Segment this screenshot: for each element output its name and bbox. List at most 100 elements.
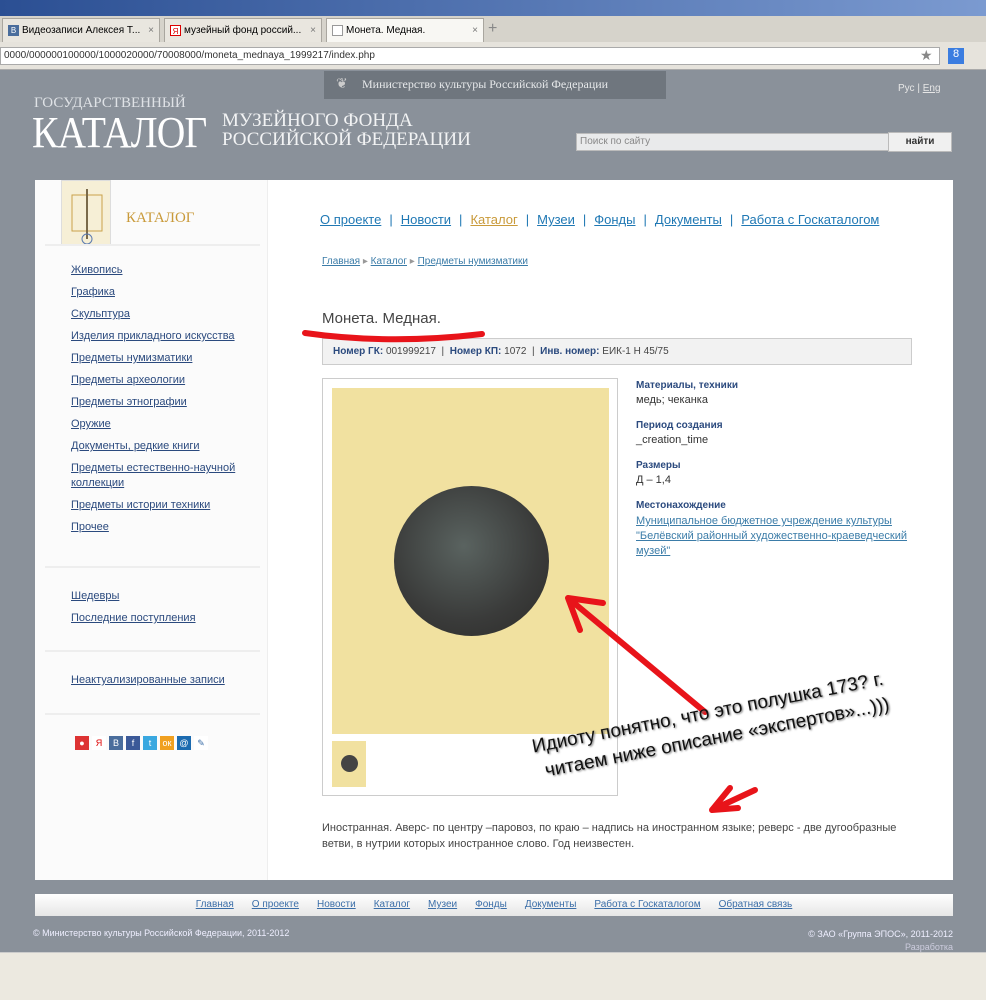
status-bar: [0, 952, 986, 1000]
footer-link[interactable]: Каталог: [374, 899, 410, 916]
item-description: Иностранная. Аверс- по центру –паровоз, …: [322, 822, 897, 850]
footer-link[interactable]: Музеи: [428, 899, 457, 916]
search-button[interactable]: найти: [888, 132, 952, 152]
footer-link[interactable]: Главная: [196, 899, 234, 916]
search-input[interactable]: Поиск по сайту: [576, 133, 911, 151]
nav-funds[interactable]: Фонды: [594, 212, 635, 227]
nav-work[interactable]: Работа с Госкаталогом: [741, 212, 879, 227]
breadcrumb-catalog[interactable]: Каталог: [371, 256, 407, 267]
lang-sep: |: [917, 83, 920, 94]
breadcrumb-numismatics[interactable]: Предметы нумизматики: [418, 256, 528, 267]
extra-list: Шедевры Последние поступления: [71, 589, 241, 633]
browser-tab[interactable]: Ямузейный фонд россий... ×: [164, 18, 322, 42]
copyright-right: © ЗАО «Группа ЭПОС», 2011-2012 Разработка: [808, 928, 953, 954]
footer-nav: Главная О проекте Новости Каталог Музеи …: [35, 894, 953, 916]
prop-label: Размеры: [636, 460, 681, 471]
sidebar-item-outdated[interactable]: Неактуализированные записи: [71, 673, 241, 688]
vk-share-icon[interactable]: В: [109, 736, 123, 750]
prop-label: Местонахождение: [636, 500, 726, 511]
logo-main[interactable]: КАТАЛОГ: [32, 107, 207, 158]
tab-label: музейный фонд россий...: [184, 25, 302, 36]
sidebar-item[interactable]: Графика: [71, 285, 241, 300]
ministry-link[interactable]: ❦ Министерство культуры Российской Федера…: [324, 71, 666, 99]
nav-museums[interactable]: Музеи: [537, 212, 575, 227]
close-tab-icon[interactable]: ×: [472, 25, 478, 36]
footer-link[interactable]: Фонды: [475, 899, 507, 916]
sidebar-item[interactable]: Скульптура: [71, 307, 241, 322]
address-bar: 0000/000000100000/1000020000/70008000/mo…: [0, 42, 986, 70]
social-share: ● Я В f t ок @ ✎: [75, 736, 208, 750]
facebook-share-icon[interactable]: f: [126, 736, 140, 750]
footer-link[interactable]: О проекте: [252, 899, 299, 916]
divider: [45, 650, 260, 652]
sidebar-item[interactable]: Предметы естественно-научной коллекции: [71, 461, 241, 491]
odnoklassniki-share-icon[interactable]: ок: [160, 736, 174, 750]
nav-sep: |: [643, 212, 647, 227]
page-title: Монета. Медная.: [322, 310, 441, 327]
sidebar: КАТАЛОГ Живопись Графика Скульптура Изде…: [35, 180, 268, 880]
museum-link[interactable]: Муниципальное бюджетное учреждение культ…: [636, 515, 907, 557]
sidebar-item[interactable]: Документы, редкие книги: [71, 439, 241, 454]
category-list: Живопись Графика Скульптура Изделия прик…: [71, 263, 241, 542]
sidebar-item[interactable]: Предметы истории техники: [71, 498, 241, 513]
thumbnail[interactable]: [332, 741, 366, 787]
breadcrumb-home[interactable]: Главная: [322, 256, 360, 267]
breadcrumb: Главная ▸ Каталог ▸ Предметы нумизматики: [322, 256, 528, 267]
coin-image[interactable]: [332, 388, 609, 734]
item-properties: Материалы, техники медь; чеканка Период с…: [636, 380, 916, 573]
sidebar-item[interactable]: Предметы археологии: [71, 373, 241, 388]
browser-tab-active[interactable]: Монета. Медная. ×: [326, 18, 484, 42]
close-tab-icon[interactable]: ×: [148, 25, 154, 36]
sidebar-item-latest[interactable]: Последние поступления: [71, 611, 241, 626]
catalog-logo-icon: [61, 180, 111, 246]
page-icon: [332, 25, 343, 36]
nav-news[interactable]: Новости: [401, 212, 451, 227]
copyright-left: © Министерство культуры Российской Федер…: [33, 928, 290, 938]
content-panel: КАТАЛОГ Живопись Графика Скульптура Изде…: [35, 180, 953, 880]
tab-label: Видеозаписи Алексея Т...: [22, 25, 141, 36]
close-tab-icon[interactable]: ×: [310, 25, 316, 36]
sidebar-item[interactable]: Предметы нумизматики: [71, 351, 241, 366]
sidebar-item[interactable]: Живопись: [71, 263, 241, 278]
new-tab-button[interactable]: +: [488, 20, 497, 38]
url-input[interactable]: 0000/000000100000/1000020000/70008000/mo…: [0, 47, 940, 65]
nav-catalog[interactable]: Каталог: [470, 212, 517, 227]
ministry-label: Министерство культуры Российской Федерац…: [362, 77, 609, 91]
sidebar-item[interactable]: Прочее: [71, 520, 241, 535]
inv-value: ЕИК-1 Н 45/75: [602, 346, 669, 357]
tab-label: Монета. Медная.: [346, 25, 426, 36]
footer-link[interactable]: Работа с Госкаталогом: [594, 899, 700, 916]
inv-label: Инв. номер:: [540, 346, 600, 357]
yandex-share-icon[interactable]: Я: [92, 736, 106, 750]
nav-about[interactable]: О проекте: [320, 212, 381, 227]
coin: [394, 486, 549, 636]
footer-link[interactable]: Обратная связь: [719, 899, 793, 916]
footer-link[interactable]: Новости: [317, 899, 356, 916]
bookmark-star-icon[interactable]: ★: [920, 47, 933, 64]
sidebar-item[interactable]: Оружие: [71, 417, 241, 432]
footer-link[interactable]: Документы: [525, 899, 577, 916]
gk-label: Номер ГК:: [333, 346, 384, 357]
search-engine-icon[interactable]: 8: [948, 48, 964, 64]
nav-sep: |: [729, 212, 734, 227]
vk-icon: В: [8, 25, 19, 36]
livejournal-share-icon[interactable]: ✎: [194, 736, 208, 750]
sidebar-item-masterpieces[interactable]: Шедевры: [71, 589, 241, 604]
lang-ru[interactable]: Рус: [898, 83, 915, 94]
nav-sep: |: [389, 212, 393, 227]
sidebar-item[interactable]: Изделия прикладного искусства: [71, 329, 241, 344]
sidebar-title: КАТАЛОГ: [126, 210, 195, 226]
share-icon[interactable]: ●: [75, 736, 89, 750]
lang-en[interactable]: Eng: [923, 83, 941, 94]
prop-value: медь; чеканка: [636, 394, 708, 406]
logo-line: РОССИЙСКОЙ ФЕДЕРАЦИИ: [222, 129, 471, 150]
prop-label: Материалы, техники: [636, 380, 738, 391]
mail-share-icon[interactable]: @: [177, 736, 191, 750]
twitter-share-icon[interactable]: t: [143, 736, 157, 750]
browser-tab[interactable]: В Видеозаписи Алексея Т... ×: [2, 18, 160, 42]
sidebar-item[interactable]: Предметы этнографии: [71, 395, 241, 410]
nav-sep: |: [582, 212, 587, 227]
nav-documents[interactable]: Документы: [655, 212, 722, 227]
logo-line: МУЗЕЙНОГО ФОНДА: [222, 110, 413, 131]
divider: [45, 713, 260, 715]
